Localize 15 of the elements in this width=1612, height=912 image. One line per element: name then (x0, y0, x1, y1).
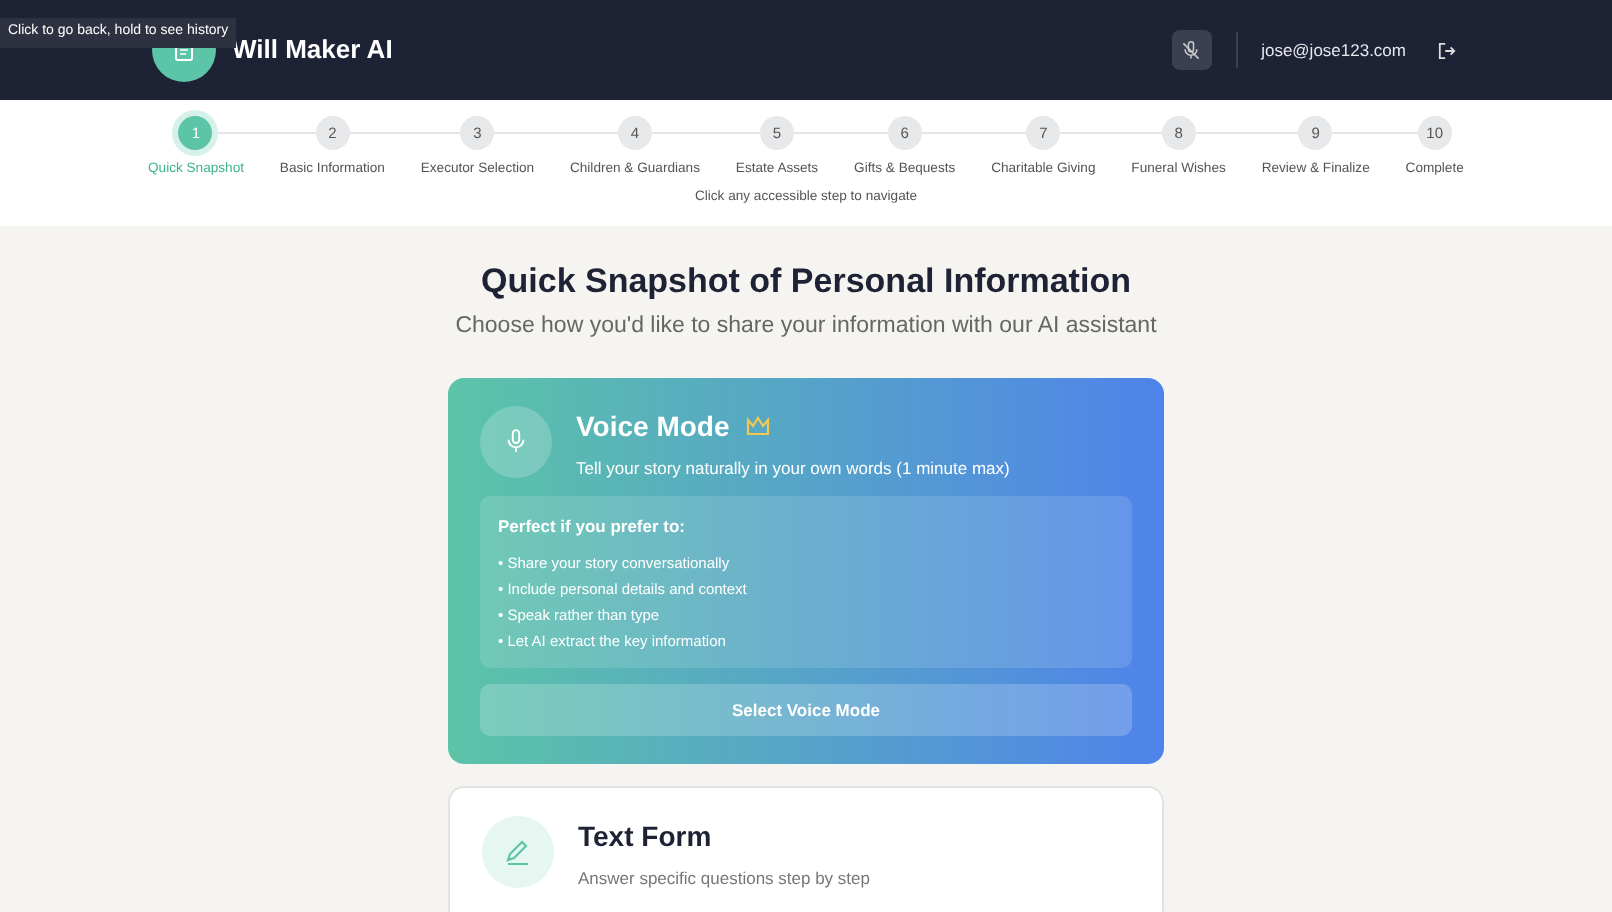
page-title: Quick Snapshot of Personal Information (481, 262, 1131, 303)
muted-microphone-icon (1180, 39, 1203, 61)
mode-title: Text Form (578, 818, 712, 857)
pencil-icon (482, 816, 554, 889)
logout-icon[interactable] (1438, 41, 1456, 59)
mode-title: Voice Mode (576, 407, 730, 446)
mode-description: Answer specific questions step by step (578, 866, 870, 892)
page-subtitle: Choose how you'd like to share your information with our AI assistant (455, 312, 1157, 343)
mode-description: Tell your story naturally in your own words (1 minute max) (576, 455, 1010, 481)
benefits-title: Perfect if you prefer to: (498, 514, 688, 541)
text-form-card[interactable]: Text Form Answer specific questions step by step (448, 786, 1164, 912)
voice-mode-card[interactable] (448, 377, 1164, 765)
mute-button[interactable] (1171, 30, 1212, 70)
microphone-icon (480, 405, 552, 478)
user-email: jose@jose123.com (1261, 37, 1406, 63)
